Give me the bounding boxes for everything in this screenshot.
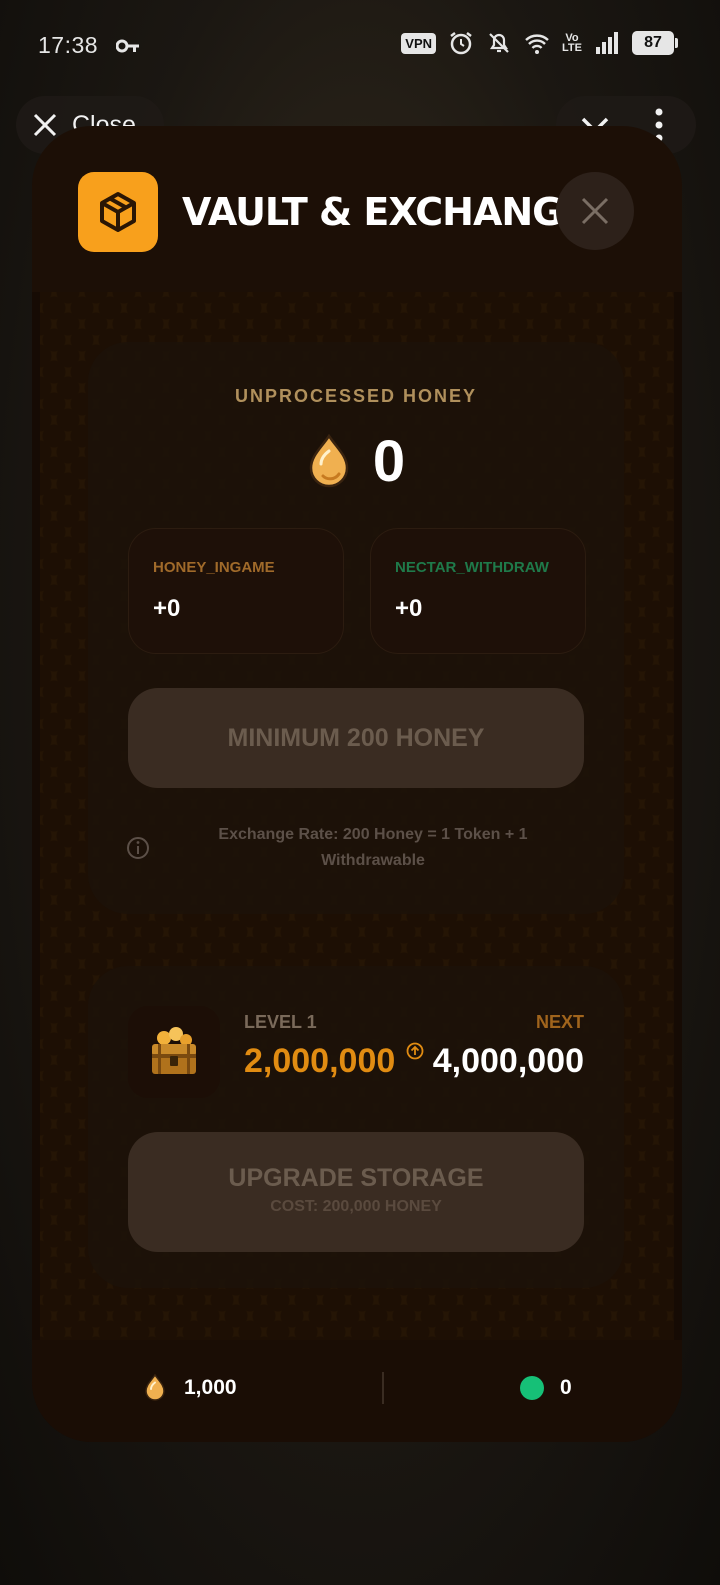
footer-divider [382,1372,384,1404]
exchange-card: UNPROCESSED HONEY 0 HONEY_INGAME +0 NECT… [88,342,624,914]
package-icon [100,192,136,232]
nectar-balance-value: 0 [560,1376,572,1399]
signal-icon [596,32,618,54]
wifi-icon [525,34,549,54]
nectar-withdraw-label: NECTAR_WITHDRAW [395,559,549,576]
mute-notification-icon [489,33,509,53]
honey-ingame-value: +0 [153,595,181,622]
upgrade-storage-button[interactable]: UPGRADE STORAGE COST: 200,000 HONEY [128,1132,584,1252]
honey-drop-icon [145,1374,165,1401]
modal-title: VAULT & EXCHANGE [182,190,588,234]
info-icon [127,837,149,859]
current-capacity: 2,000,000 [244,1042,396,1080]
vault-exchange-modal: VAULT & EXCHANGE UNPROCESSED HONEY 0 HON… [32,126,682,1442]
honey-drop-icon [309,433,349,487]
vault-logo [78,172,158,252]
storage-chest [128,1006,220,1098]
volte-icon: Vo LTE [562,33,582,54]
status-bar: 17:38 VPN Vo LTE 87 [0,0,720,92]
alarm-icon [450,32,472,55]
unprocessed-honey-value: 0 [372,429,406,494]
vpn-badge: VPN [401,32,437,54]
nectar-withdraw-value: +0 [395,595,423,622]
upgrade-cost-label: COST: 200,000 HONEY [270,1198,442,1215]
exchange-rate-text: Exchange Rate: 200 Honey = 1 Token + 1 W… [218,826,528,869]
status-time: 17:38 [38,32,99,58]
volte-bottom: LTE [562,42,582,54]
battery-indicator: 87 [632,31,678,55]
status-icons: VPN Vo LTE 87 [401,30,678,56]
nectar-dot-icon [520,1376,544,1400]
balance-footer: 1,000 0 [32,1340,682,1442]
next-capacity: 4,000,000 [432,1042,584,1080]
storage-card: LEVEL 1 NEXT 2,000,000 4,000,000 UPGRADE… [88,966,624,1288]
upgrade-storage-label: UPGRADE STORAGE [228,1164,484,1192]
close-icon [581,197,609,225]
vpn-key-icon [116,39,139,53]
modal-header: VAULT & EXCHANGE [32,126,682,292]
exchange-button[interactable]: MINIMUM 200 HONEY [128,688,584,788]
honey-balance-value: 1,000 [184,1376,237,1399]
treasure-chest-icon [152,1027,196,1074]
honey-ingame-card: HONEY_INGAME +0 [128,528,344,654]
unprocessed-honey-label: UNPROCESSED HONEY [234,386,478,406]
honey-balance: 1,000 [144,1374,237,1402]
nectar-balance: 0 [520,1376,572,1400]
storage-level-label: LEVEL 1 [244,1012,317,1032]
nectar-withdraw-card: NECTAR_WITHDRAW +0 [370,528,586,654]
next-level-label: NEXT [535,1012,584,1032]
honey-ingame-label: HONEY_INGAME [153,559,275,576]
upgrade-arrow-icon [406,1042,424,1060]
modal-close-button[interactable] [556,172,634,250]
unprocessed-honey-row: 0 [88,428,624,495]
